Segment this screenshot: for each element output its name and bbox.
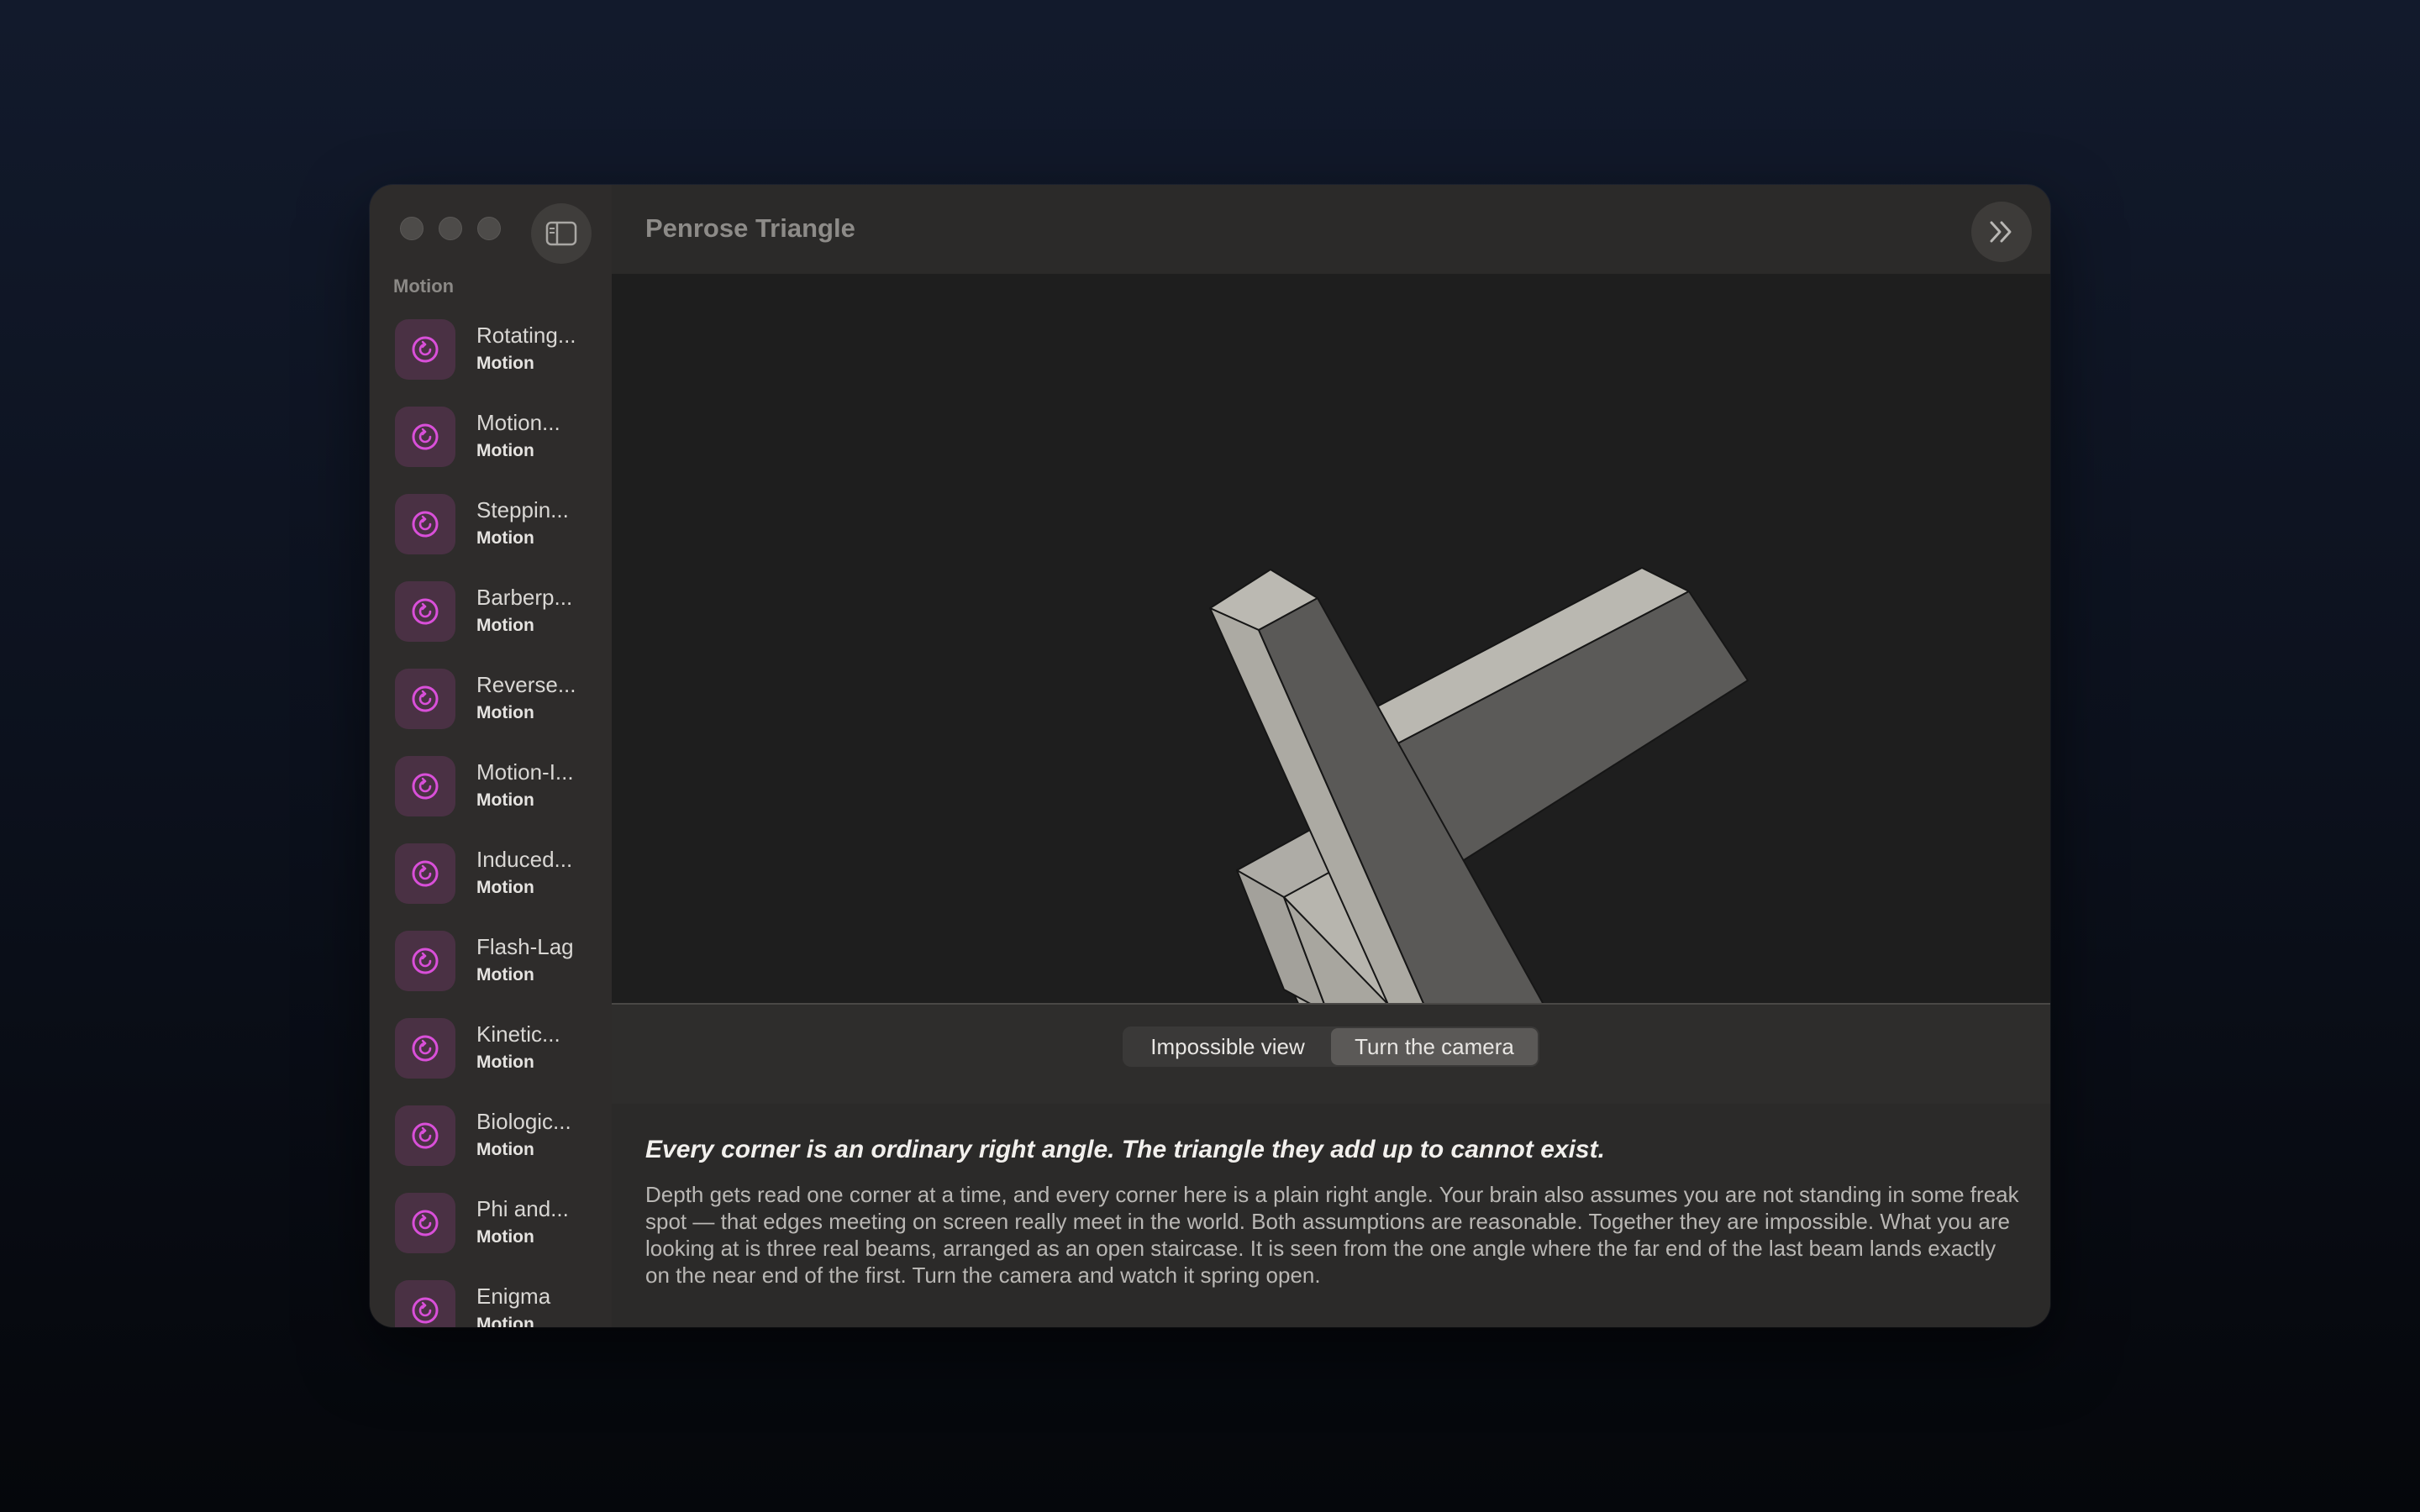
sidebar-item-title: Barberp...	[476, 585, 573, 610]
sidebar-item[interactable]: Induced... Motion	[370, 835, 612, 922]
sidebar-toggle-button[interactable]	[531, 203, 592, 264]
sidebar-item[interactable]: Motion-I... Motion	[370, 748, 612, 835]
title-bar: Penrose Triangle	[612, 185, 2050, 274]
sidebar-item[interactable]: Biologic... Motion	[370, 1097, 612, 1184]
motion-icon-tile	[395, 843, 455, 904]
rotate-icon	[412, 948, 439, 974]
description-headline: Every corner is an ordinary right angle.…	[645, 1136, 1605, 1163]
sidebar-item-subtitle: Motion	[476, 1140, 534, 1159]
impossible-view-segment[interactable]: Impossible view	[1124, 1028, 1331, 1065]
sidebar-item-subtitle: Motion	[476, 616, 534, 635]
rotate-icon	[412, 1210, 439, 1236]
sidebar-item-subtitle: Motion	[476, 790, 534, 810]
minimize-window-button[interactable]	[439, 217, 462, 240]
main-content: Penrose Triangle Impossible view Turn th…	[612, 185, 2050, 1327]
description-panel: Every corner is an ordinary right angle.…	[612, 1104, 2050, 1327]
rotate-icon	[412, 511, 439, 538]
sidebar-item-subtitle: Motion	[476, 441, 534, 460]
sidebar-item[interactable]: Motion... Motion	[370, 398, 612, 486]
rotate-icon	[412, 1122, 439, 1149]
sidebar-icon	[545, 221, 577, 246]
sidebar-item-title: Phi and...	[476, 1196, 569, 1221]
sidebar-item-title: Rotating...	[476, 323, 576, 348]
sidebar-item-subtitle: Motion	[476, 703, 534, 722]
sidebar-item-title: Motion...	[476, 410, 560, 435]
sidebar-item-subtitle: Motion	[476, 878, 534, 897]
description-body: Depth gets read one corner at a time, an…	[645, 1182, 2019, 1288]
sidebar-item[interactable]: Steppin... Motion	[370, 486, 612, 573]
sidebar-item-subtitle: Motion	[476, 1053, 534, 1072]
sidebar: Motion Rotating... Motion Motion... Motion S…	[370, 185, 612, 1327]
motion-icon-tile	[395, 756, 455, 816]
sidebar-item-title: Biologic...	[476, 1109, 571, 1134]
rotate-icon	[412, 860, 439, 887]
motion-icon-tile	[395, 494, 455, 554]
sidebar-item[interactable]: Enigma Motion	[370, 1272, 612, 1327]
sidebar-item[interactable]: Rotating... Motion	[370, 311, 612, 398]
motion-icon-tile	[395, 319, 455, 380]
app-window: Motion Rotating... Motion Motion... Motion S…	[370, 185, 2050, 1327]
motion-icon-tile	[395, 1018, 455, 1079]
sidebar-item-title: Enigma	[476, 1284, 551, 1309]
motion-icon-tile	[395, 931, 455, 991]
rotate-icon	[412, 423, 439, 450]
sidebar-section-title: Motion	[393, 276, 455, 297]
scene-canvas[interactable]	[612, 274, 2050, 1152]
rotate-icon	[412, 685, 439, 712]
sidebar-item[interactable]: Barberp... Motion	[370, 573, 612, 660]
sidebar-item-title: Flash-Lag	[476, 934, 574, 959]
rotate-icon	[412, 1297, 439, 1324]
sidebar-item-subtitle: Motion	[476, 1315, 534, 1327]
sidebar-item[interactable]: Kinetic... Motion	[370, 1010, 612, 1097]
motion-icon-tile	[395, 1105, 455, 1166]
inspector-toggle-button[interactable]	[1971, 202, 2032, 262]
motion-icon-tile	[395, 1280, 455, 1327]
page-title: Penrose Triangle	[645, 213, 855, 243]
sidebar-list: Rotating... Motion Motion... Motion Steppin.…	[370, 311, 612, 1327]
sidebar-item-subtitle: Motion	[476, 354, 534, 373]
sidebar-item-title: Kinetic...	[476, 1021, 560, 1047]
sidebar-item-subtitle: Motion	[476, 965, 534, 984]
controls-bar: Impossible view Turn the camera	[612, 1003, 2050, 1104]
sidebar-item-subtitle: Motion	[476, 528, 534, 548]
motion-icon-tile	[395, 407, 455, 467]
rotate-icon	[412, 773, 439, 800]
sidebar-item[interactable]: Phi and... Motion	[370, 1184, 612, 1272]
sidebar-item-title: Induced...	[476, 847, 573, 872]
window-controls	[400, 217, 501, 240]
turn-the-camera-segment[interactable]: Turn the camera	[1331, 1028, 1538, 1065]
rotate-icon	[412, 1035, 439, 1062]
view-mode-segmented-control: Impossible view Turn the camera	[1123, 1026, 1539, 1067]
chevron-double-right-icon	[1990, 221, 2012, 243]
zoom-window-button[interactable]	[477, 217, 501, 240]
sidebar-item-title: Reverse...	[476, 672, 576, 697]
motion-icon-tile	[395, 669, 455, 729]
sidebar-item-title: Motion-I...	[476, 759, 574, 785]
close-window-button[interactable]	[400, 217, 424, 240]
motion-icon-tile	[395, 1193, 455, 1253]
rotate-icon	[412, 336, 439, 363]
sidebar-item[interactable]: Reverse... Motion	[370, 660, 612, 748]
rotate-icon	[412, 598, 439, 625]
motion-icon-tile	[395, 581, 455, 642]
sidebar-item[interactable]: Flash-Lag Motion	[370, 922, 612, 1010]
penrose-scene	[1209, 567, 1749, 1152]
sidebar-item-title: Steppin...	[476, 497, 569, 522]
sidebar-item-subtitle: Motion	[476, 1227, 534, 1247]
